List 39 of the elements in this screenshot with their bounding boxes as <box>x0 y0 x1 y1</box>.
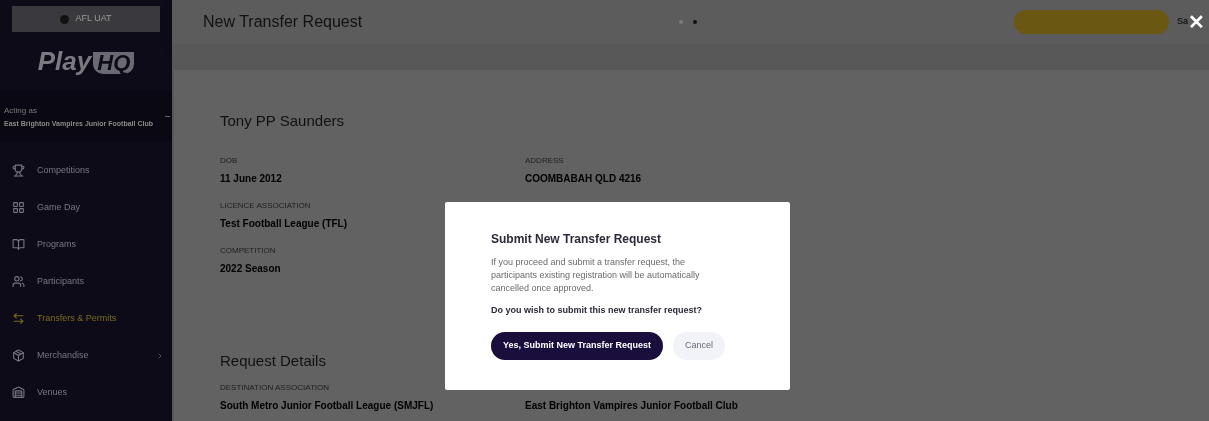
save-label: Sa <box>1177 16 1188 27</box>
close-button[interactable]: ✕ <box>1188 12 1205 32</box>
nav-item[interactable]: Game Day <box>0 189 172 226</box>
box-icon <box>12 349 25 362</box>
page-title: New Transfer Request <box>203 12 363 32</box>
confirm-button[interactable]: Yes, Submit New Transfer Request <box>491 331 664 360</box>
nav-item[interactable]: Merchandise <box>0 337 172 374</box>
acting-as-label: Acting as <box>4 104 37 117</box>
cancel-button[interactable]: Cancel <box>673 331 726 360</box>
nav-item[interactable]: Transfers & Permits <box>0 300 172 337</box>
field-label: DESTINATION ASSOCIATION <box>220 382 330 394</box>
nav-item[interactable]: Venues <box>0 374 172 411</box>
field-value: Test Football League (TFL) <box>220 216 348 231</box>
field-value: COOMBABAH QLD 4216 <box>525 171 642 186</box>
field-value: 11 June 2012 <box>220 171 282 186</box>
field-value: East Brighton Vampires Junior Football Club <box>525 399 738 413</box>
field-label: LICENCE ASSOCIATION <box>220 199 311 212</box>
field-label: ADDRESS <box>525 154 564 167</box>
participant-name: Tony PP Saunders <box>220 111 344 131</box>
action-button[interactable] <box>1014 10 1169 34</box>
arrows-icon <box>12 312 25 325</box>
field-label: COMPETITION <box>220 244 276 257</box>
dialog-message: If you proceed and submit a transfer request, the participants existing registration will be automatically cancelled once approved. <box>491 256 701 295</box>
nav-item[interactable]: Participants <box>0 263 172 300</box>
nav-item[interactable]: Competitions <box>0 152 172 189</box>
book-icon <box>12 238 25 251</box>
field-value: South Metro Junior Football League (SMJFL) <box>220 399 434 413</box>
trophy-icon <box>12 164 25 177</box>
section-title: Request Details <box>220 350 326 371</box>
logo: Play HQ <box>37 48 135 74</box>
dash-icon <box>165 115 170 117</box>
people-icon <box>12 275 25 288</box>
dialog-title: Submit New Transfer Request <box>491 231 662 248</box>
grid-icon <box>12 201 25 214</box>
field-value: 2022 Season <box>220 261 281 276</box>
dialog-question: Do you wish to submit this new transfer request? <box>491 304 703 317</box>
environment-label: AFL UAT <box>75 12 112 26</box>
building-icon <box>12 386 25 399</box>
nav-item[interactable]: Programs <box>0 226 172 263</box>
